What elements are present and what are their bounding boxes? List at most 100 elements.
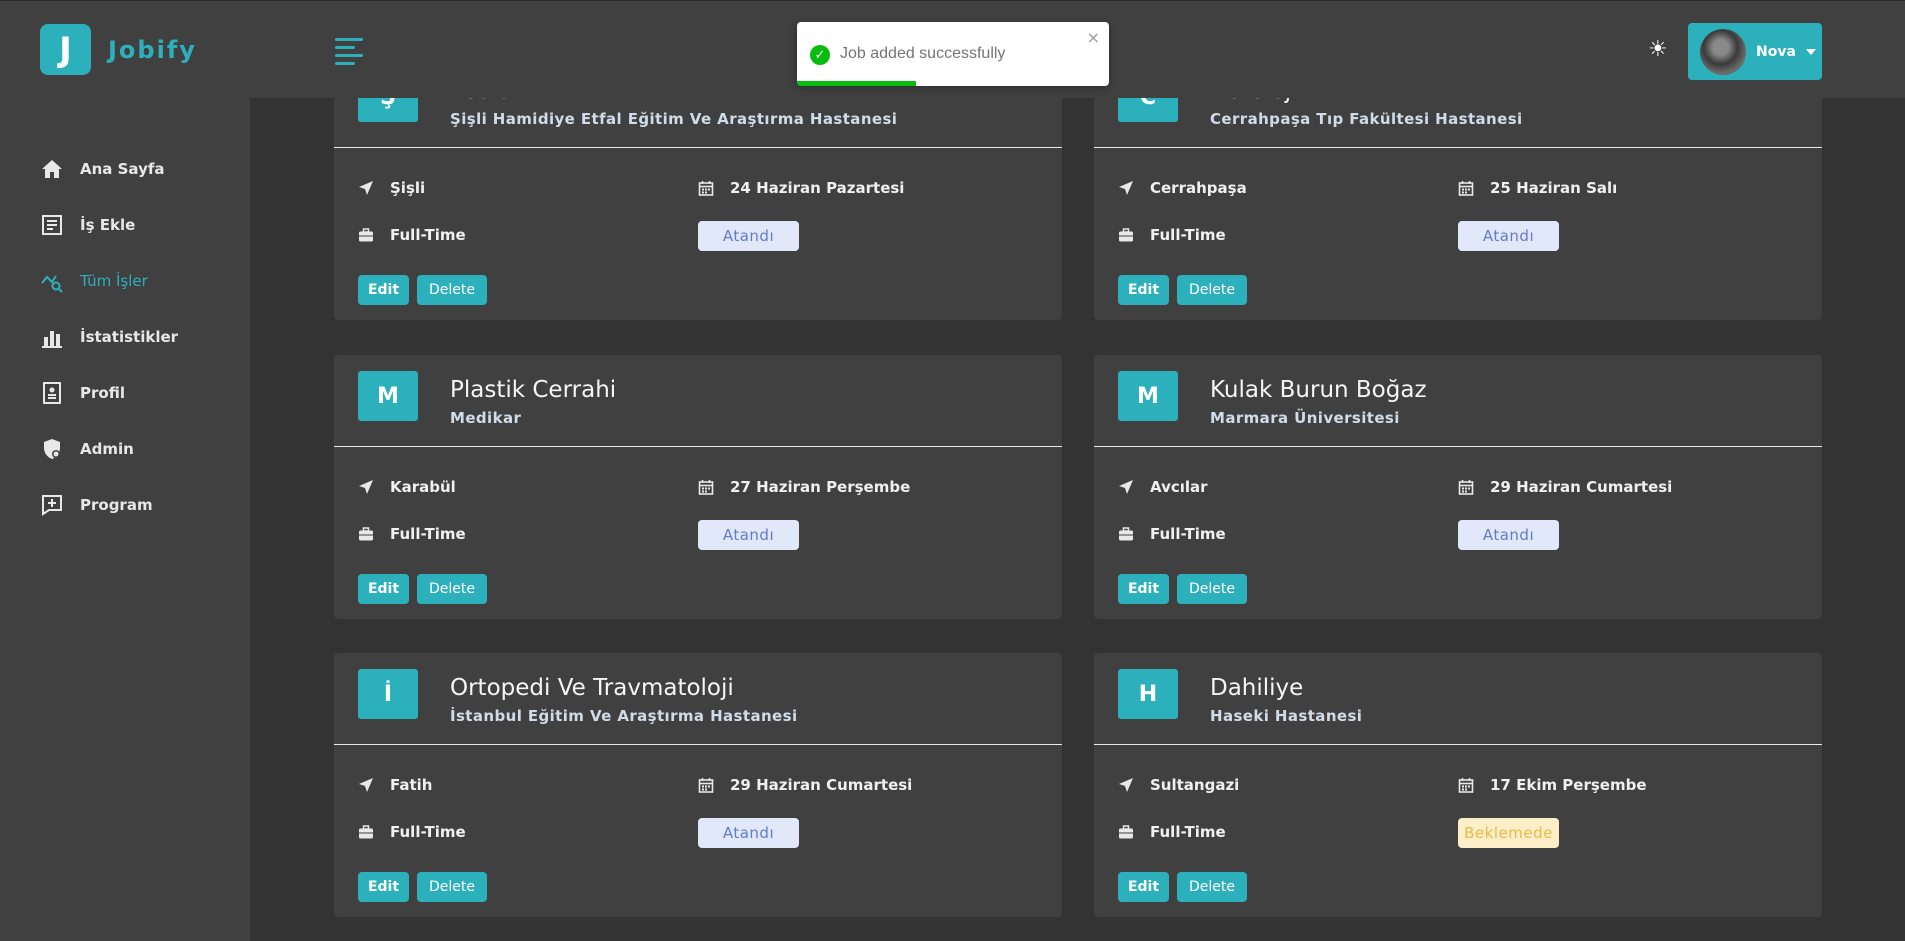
briefcase-icon bbox=[1119, 527, 1133, 541]
sidebar-item-program[interactable]: Program bbox=[40, 477, 178, 533]
company-name: Haseki Hastanesi bbox=[1210, 707, 1363, 725]
job-location: Karabül bbox=[358, 478, 456, 496]
job-location-text: Sultangazi bbox=[1150, 776, 1240, 794]
job-type: Full-Time bbox=[1118, 226, 1226, 244]
briefcase-icon bbox=[1119, 825, 1133, 839]
company-name: Şişli Hamidiye Etfal Eğitim Ve Araştırma… bbox=[450, 110, 898, 128]
job-date-text: 25 Haziran Salı bbox=[1490, 179, 1618, 197]
job-type-text: Full-Time bbox=[1150, 226, 1226, 244]
job-title: Pediatri bbox=[450, 98, 537, 104]
edit-button[interactable]: Edit bbox=[358, 275, 409, 305]
menu-toggle-icon[interactable] bbox=[335, 38, 363, 65]
job-type: Full-Time bbox=[1118, 823, 1226, 841]
profile-icon bbox=[43, 382, 61, 404]
sidebar-item-label: Ana Sayfa bbox=[80, 160, 165, 178]
job-date: 27 Haziran Perşembe bbox=[698, 478, 910, 496]
all-jobs-icon bbox=[41, 275, 63, 293]
calendar-icon bbox=[698, 480, 714, 495]
sidebar-item-add-job[interactable]: İş Ekle bbox=[40, 197, 178, 253]
sidebar-item-label: İstatistikler bbox=[80, 328, 179, 346]
delete-button[interactable]: Delete bbox=[417, 872, 487, 902]
job-card-header: C Nöroloji Cerrahpaşa Tıp Fakültesi Hast… bbox=[1094, 98, 1822, 148]
job-location-text: Fatih bbox=[390, 776, 433, 794]
status-badge: Atandı bbox=[698, 221, 799, 251]
home-icon bbox=[42, 160, 62, 178]
calendar-icon bbox=[698, 181, 714, 196]
program-icon bbox=[42, 495, 62, 516]
job-location: Fatih bbox=[358, 776, 432, 794]
sidebar-item-stats[interactable]: İstatistikler bbox=[40, 309, 178, 365]
job-date: 17 Ekim Perşembe bbox=[1458, 776, 1647, 794]
admin-icon bbox=[44, 439, 60, 459]
company-initial: C bbox=[1118, 98, 1178, 122]
edit-button[interactable]: Edit bbox=[1118, 872, 1169, 902]
job-date-text: 17 Ekim Perşembe bbox=[1490, 776, 1647, 794]
delete-button[interactable]: Delete bbox=[1177, 275, 1247, 305]
company-initial: Ş bbox=[358, 98, 418, 122]
company-name: Medikar bbox=[450, 409, 522, 427]
briefcase-icon bbox=[1119, 228, 1133, 242]
sidebar-item-home[interactable]: Ana Sayfa bbox=[40, 141, 178, 197]
avatar bbox=[1700, 28, 1746, 75]
company-name: Marmara Üniversitesi bbox=[1210, 409, 1400, 427]
edit-button[interactable]: Edit bbox=[1118, 275, 1169, 305]
job-type: Full-Time bbox=[1118, 525, 1226, 543]
job-card-header: Ş Pediatri Şişli Hamidiye Etfal Eğitim V… bbox=[334, 98, 1062, 148]
toast-message: Job added successfully bbox=[840, 45, 1006, 62]
calendar-icon bbox=[1458, 181, 1474, 196]
job-card: C Nöroloji Cerrahpaşa Tıp Fakültesi Hast… bbox=[1094, 98, 1822, 320]
briefcase-icon bbox=[359, 527, 373, 541]
job-card-header: M Plastik Cerrahi Medikar bbox=[334, 355, 1062, 447]
theme-toggle-icon[interactable]: ☀ bbox=[1648, 37, 1668, 62]
add-job-icon bbox=[42, 215, 62, 235]
job-location: Avcılar bbox=[1118, 478, 1208, 496]
status-badge: Atandı bbox=[698, 818, 799, 848]
edit-button[interactable]: Edit bbox=[358, 574, 409, 604]
job-location-text: Avcılar bbox=[1150, 478, 1208, 496]
status-badge: Atandı bbox=[1458, 221, 1559, 251]
job-type: Full-Time bbox=[358, 226, 466, 244]
close-icon[interactable]: × bbox=[1087, 28, 1100, 47]
job-title: Dahiliye bbox=[1210, 675, 1304, 701]
sidebar-item-label: Profil bbox=[80, 384, 125, 402]
job-location-text: Şişli bbox=[390, 179, 426, 197]
delete-button[interactable]: Delete bbox=[417, 275, 487, 305]
job-location: Cerrahpaşa bbox=[1118, 179, 1247, 197]
job-card-header: İ Ortopedi Ve Travmatoloji İstanbul Eğit… bbox=[334, 653, 1062, 745]
job-type-text: Full-Time bbox=[390, 226, 466, 244]
job-type: Full-Time bbox=[358, 823, 466, 841]
sidebar-item-admin[interactable]: Admin bbox=[40, 421, 178, 477]
sidebar: J Jobify Ana Sayfa İş Ekle Tüm İşler İst… bbox=[0, 0, 250, 941]
edit-button[interactable]: Edit bbox=[358, 872, 409, 902]
job-location-text: Karabül bbox=[390, 478, 456, 496]
success-check-icon: ✓ bbox=[810, 45, 830, 65]
company-initial: M bbox=[1118, 371, 1178, 421]
company-initial: M bbox=[358, 371, 418, 421]
sidebar-item-label: Admin bbox=[80, 440, 134, 458]
calendar-icon bbox=[1458, 778, 1474, 793]
edit-button[interactable]: Edit bbox=[1118, 574, 1169, 604]
sidebar-item-label: Tüm İşler bbox=[80, 272, 148, 290]
job-type: Full-Time bbox=[358, 525, 466, 543]
delete-button[interactable]: Delete bbox=[417, 574, 487, 604]
chevron-down-icon bbox=[1805, 48, 1816, 55]
sidebar-item-all-jobs[interactable]: Tüm İşler bbox=[40, 253, 178, 309]
user-name: Nova bbox=[1756, 43, 1796, 60]
job-title: Ortopedi Ve Travmatoloji bbox=[450, 675, 734, 701]
toast-notification[interactable]: ✓ Job added successfully × bbox=[797, 22, 1109, 86]
job-date: 29 Haziran Cumartesi bbox=[1458, 478, 1672, 496]
logo-text: Jobify bbox=[108, 35, 197, 64]
delete-button[interactable]: Delete bbox=[1177, 872, 1247, 902]
calendar-icon bbox=[1458, 480, 1474, 495]
delete-button[interactable]: Delete bbox=[1177, 574, 1247, 604]
job-date-text: 24 Haziran Pazartesi bbox=[730, 179, 905, 197]
job-title: Kulak Burun Boğaz bbox=[1210, 377, 1427, 403]
user-menu-button[interactable]: Nova bbox=[1688, 23, 1822, 80]
job-title: Nöroloji bbox=[1210, 98, 1298, 104]
sidebar-item-profile[interactable]: Profil bbox=[40, 365, 178, 421]
job-date-text: 27 Haziran Perşembe bbox=[730, 478, 911, 496]
logo[interactable]: J Jobify bbox=[40, 24, 197, 75]
job-date: 24 Haziran Pazartesi bbox=[698, 179, 904, 197]
job-card: M Plastik Cerrahi Medikar Karabül 27 Haz… bbox=[334, 355, 1062, 619]
job-card: H Dahiliye Haseki Hastanesi Sultangazi 1… bbox=[1094, 653, 1822, 917]
